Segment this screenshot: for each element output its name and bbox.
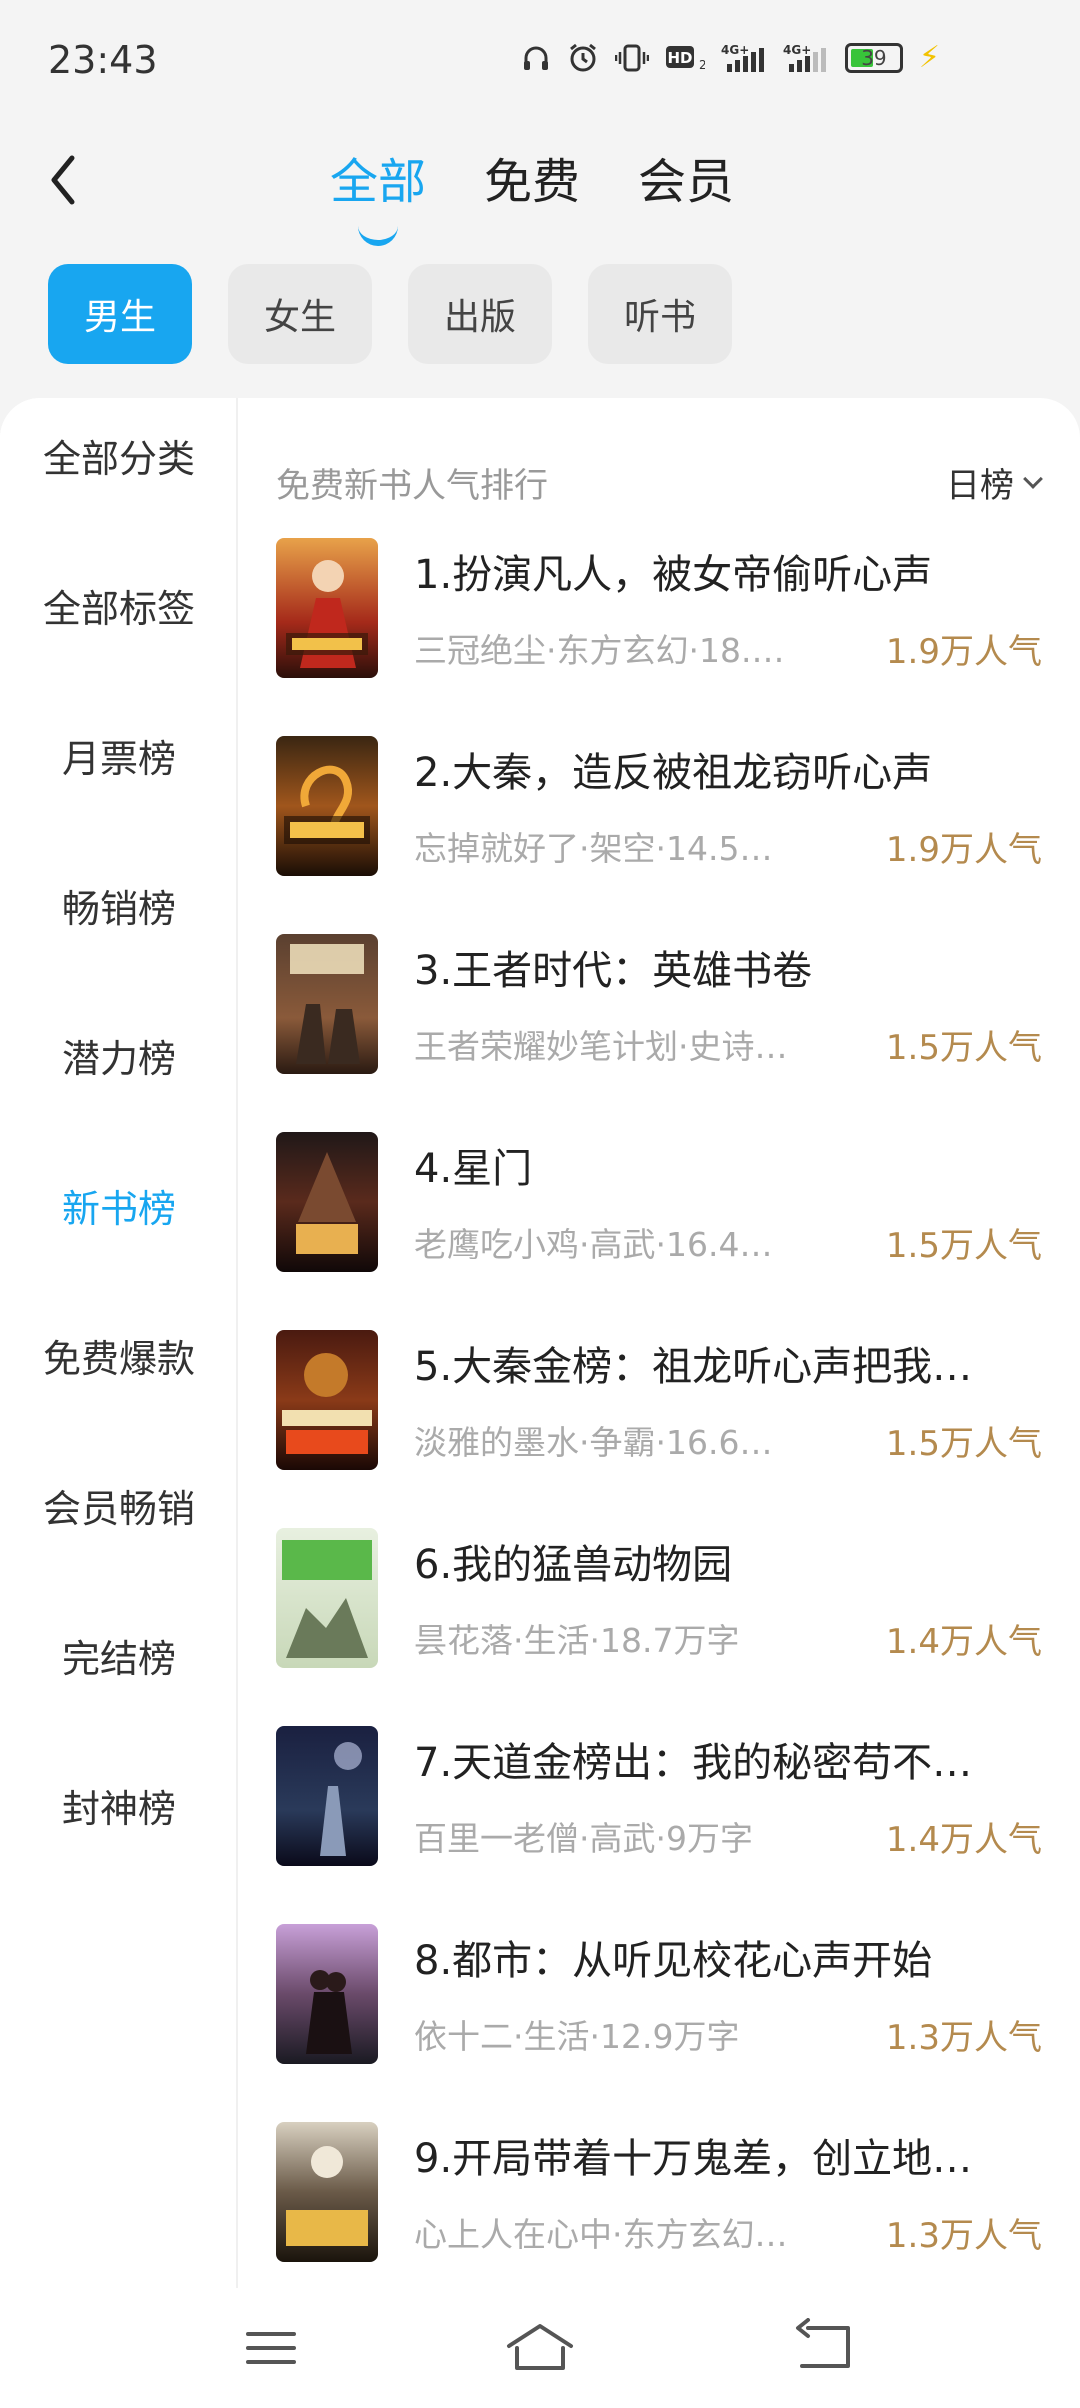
book-cover (276, 1924, 378, 2064)
sidebar-item-all-tags[interactable]: 全部标签 (0, 578, 238, 633)
status-bar: 23:43 HD 2 4G+ 4G+ 39 ⚡ (0, 0, 1080, 120)
book-popularity: 1.5万人气 (885, 1028, 1042, 1068)
alarm-icon (567, 42, 599, 74)
book-popularity: 1.5万人气 (885, 1226, 1042, 1266)
book-title: 2.大秦，造反被祖龙窃听心声 (414, 750, 933, 796)
sidebar-item-potential[interactable]: 潜力榜 (0, 1028, 238, 1083)
chip-female[interactable]: 女生 (228, 264, 372, 364)
book-popularity: 1.4万人气 (885, 1820, 1042, 1860)
menu-icon (246, 2332, 296, 2364)
charging-icon: ⚡ (918, 40, 940, 75)
book-meta: 依十二·生活·12.9万字 (414, 2017, 740, 2056)
book-meta: 三冠绝尘·东方玄幻·18.… (414, 631, 785, 670)
svg-text:2: 2 (699, 58, 705, 72)
sidebar-item-monthly[interactable]: 月票榜 (0, 728, 238, 783)
list-item[interactable]: 6.我的猛兽动物园 昙花落·生活·18.7万字 1.4万人气 (276, 1528, 1046, 1668)
chip-audiobook[interactable]: 听书 (588, 264, 732, 364)
back-button[interactable] (44, 150, 84, 210)
book-title: 5.大秦金榜：祖龙听心声把我… (414, 1344, 973, 1390)
chip-publish[interactable]: 出版 (408, 264, 552, 364)
top-tabs: 全部 免费 会员 (330, 142, 734, 212)
book-title: 6.我的猛兽动物园 (414, 1542, 733, 1588)
list-item[interactable]: 8.都市：从听见校花心声开始 依十二·生活·12.9万字 1.3万人气 (276, 1924, 1046, 2064)
book-meta: 百里一老僧·高武·9万字 (414, 1819, 753, 1858)
back-nav-button[interactable] (790, 2318, 860, 2378)
list-item[interactable]: 4.星门 老鹰吃小鸡·高武·16.4… 1.5万人气 (276, 1132, 1046, 1272)
book-cover (276, 736, 378, 876)
book-cover (276, 1132, 378, 1272)
list-header: 免费新书人气排行 日榜 (276, 458, 1046, 508)
book-popularity: 1.9万人气 (885, 830, 1042, 870)
list-item[interactable]: 5.大秦金榜：祖龙听心声把我… 淡雅的墨水·争霸·16.6… 1.5万人气 (276, 1330, 1046, 1470)
hd-icon: HD 2 (665, 43, 705, 73)
sidebar-item-new-books[interactable]: 新书榜 (0, 1178, 238, 1233)
book-popularity: 1.5万人气 (885, 1424, 1042, 1464)
book-popularity: 1.4万人气 (885, 1622, 1042, 1662)
svg-text:4G+: 4G+ (721, 43, 749, 57)
svg-text:4G+: 4G+ (783, 43, 811, 57)
status-time: 23:43 (48, 38, 158, 82)
menu-button[interactable] (236, 2318, 306, 2378)
book-title: 3.王者时代：英雄书卷 (414, 948, 813, 994)
tab-all[interactable]: 全部 (330, 142, 426, 212)
tab-member[interactable]: 会员 (638, 142, 734, 212)
chip-male[interactable]: 男生 (48, 264, 192, 364)
vibrate-icon (614, 43, 649, 73)
system-nav-bar (0, 2288, 1080, 2408)
sidebar-item-member-bestseller[interactable]: 会员畅销 (0, 1478, 238, 1533)
sidebar-item-legend[interactable]: 封神榜 (0, 1778, 238, 1833)
svg-text:HD: HD (667, 49, 692, 67)
list-item[interactable]: 9.开局带着十万鬼差，创立地… 心上人在心中·东方玄幻… 1.3万人气 (276, 2122, 1046, 2262)
list-item[interactable]: 7.天道金榜出：我的秘密苟不… 百里一老僧·高武·9万字 1.4万人气 (276, 1726, 1046, 1866)
book-popularity: 1.3万人气 (885, 2018, 1042, 2058)
category-chips: 男生 女生 出版 听书 (48, 264, 732, 364)
book-title: 1.扮演凡人，被女帝偷听心声 (414, 552, 933, 598)
sort-dropdown[interactable]: 日榜 (946, 458, 1043, 507)
headphones-icon (521, 43, 551, 73)
book-title: 4.星门 (414, 1146, 533, 1192)
book-title: 7.天道金榜出：我的秘密苟不… (414, 1740, 973, 1786)
home-icon (507, 2324, 573, 2370)
book-cover (276, 934, 378, 1074)
battery-icon: 39 (844, 42, 903, 73)
sidebar-item-free-hits[interactable]: 免费爆款 (0, 1328, 238, 1383)
tab-free[interactable]: 免费 (484, 142, 580, 212)
sidebar-item-completed[interactable]: 完结榜 (0, 1628, 238, 1683)
sidebar: 全部分类 全部标签 月票榜 畅销榜 潜力榜 新书榜 免费爆款 会员畅销 完结榜 … (0, 398, 238, 2288)
book-cover (276, 1528, 378, 1668)
book-cover (276, 538, 378, 678)
chevron-down-icon (1023, 468, 1043, 489)
sidebar-item-all-categories[interactable]: 全部分类 (0, 428, 238, 483)
book-title: 9.开局带着十万鬼差，创立地… (414, 2136, 973, 2182)
book-meta: 昙花落·生活·18.7万字 (414, 1621, 740, 1660)
list-title: 免费新书人气排行 (276, 466, 548, 506)
list-item[interactable]: 1.扮演凡人，被女帝偷听心声 三冠绝尘·东方玄幻·18.… 1.9万人气 (276, 538, 1046, 678)
home-button[interactable] (505, 2318, 575, 2378)
book-meta: 忘掉就好了·架空·14.5… (414, 829, 773, 868)
list-item[interactable]: 3.王者时代：英雄书卷 王者荣耀妙笔计划·史诗… 1.5万人气 (276, 934, 1046, 1074)
book-popularity: 1.3万人气 (885, 2216, 1042, 2256)
book-popularity: 1.9万人气 (885, 632, 1042, 672)
book-meta: 王者荣耀妙笔计划·史诗… (414, 1027, 788, 1066)
book-cover (276, 2122, 378, 2262)
book-cover (276, 1726, 378, 1866)
sidebar-item-bestseller[interactable]: 畅销榜 (0, 878, 238, 933)
book-meta: 心上人在心中·东方玄幻… (414, 2215, 788, 2254)
book-meta: 老鹰吃小鸡·高武·16.4… (414, 1225, 773, 1264)
signal-4g-icon: 4G+ (721, 42, 767, 74)
book-meta: 淡雅的墨水·争霸·16.6… (414, 1423, 773, 1462)
ranking-panel: 全部分类 全部标签 月票榜 畅销榜 潜力榜 新书榜 免费爆款 会员畅销 完结榜 … (0, 398, 1080, 2288)
return-icon (796, 2318, 850, 2368)
list-item[interactable]: 2.大秦，造反被祖龙窃听心声 忘掉就好了·架空·14.5… 1.9万人气 (276, 736, 1046, 876)
sort-label: 日榜 (946, 466, 1014, 506)
back-arrow-icon (51, 155, 75, 205)
signal-4g-icon-2: 4G+ (783, 42, 829, 74)
status-icons: HD 2 4G+ 4G+ 39 ⚡ (521, 40, 940, 75)
book-cover (276, 1330, 378, 1470)
book-title: 8.都市：从听见校花心声开始 (414, 1938, 933, 1984)
